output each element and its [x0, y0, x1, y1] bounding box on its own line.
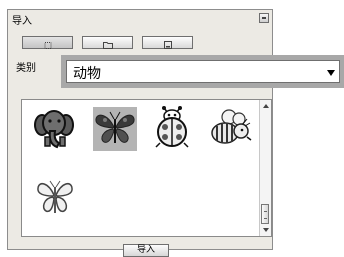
- tab-design-view[interactable]: [22, 36, 73, 49]
- category-select-highlight: 动物: [61, 55, 344, 88]
- design-bee[interactable]: [209, 107, 253, 151]
- import-button[interactable]: 导入: [123, 244, 169, 257]
- pin-icon[interactable]: [259, 13, 269, 23]
- file-icon: [163, 39, 172, 52]
- bee-icon: [211, 109, 252, 144]
- scroll-thumb[interactable]: [261, 204, 269, 224]
- butterfly-icon: [95, 111, 135, 143]
- panel-title: 导入: [12, 16, 32, 27]
- ladybug-icon: [155, 106, 189, 148]
- scroll-up-arrow-icon[interactable]: [263, 104, 269, 108]
- butterfly-outline-icon: [37, 180, 73, 213]
- category-value: 动物: [73, 66, 101, 82]
- design-ladybug[interactable]: [150, 105, 194, 149]
- vertical-scrollbar[interactable]: [259, 100, 271, 236]
- design-butterfly-light[interactable]: [33, 175, 77, 219]
- design-list[interactable]: [21, 99, 272, 237]
- import-panel: 导入 导入: [7, 9, 273, 257]
- design-elephant[interactable]: [33, 107, 77, 151]
- scroll-down-arrow-icon[interactable]: [263, 228, 269, 232]
- elephant-icon: [34, 110, 74, 149]
- category-select[interactable]: 动物: [66, 60, 340, 83]
- design-butterfly-dark[interactable]: [93, 107, 137, 151]
- category-label: 类别: [16, 63, 36, 74]
- tab-file-view[interactable]: [142, 36, 193, 49]
- chevron-down-icon[interactable]: [327, 70, 335, 76]
- title-bar: 导入: [8, 10, 272, 28]
- grid-icon: [44, 39, 51, 52]
- folder-icon: [102, 39, 113, 52]
- tab-folder-view[interactable]: [82, 36, 133, 49]
